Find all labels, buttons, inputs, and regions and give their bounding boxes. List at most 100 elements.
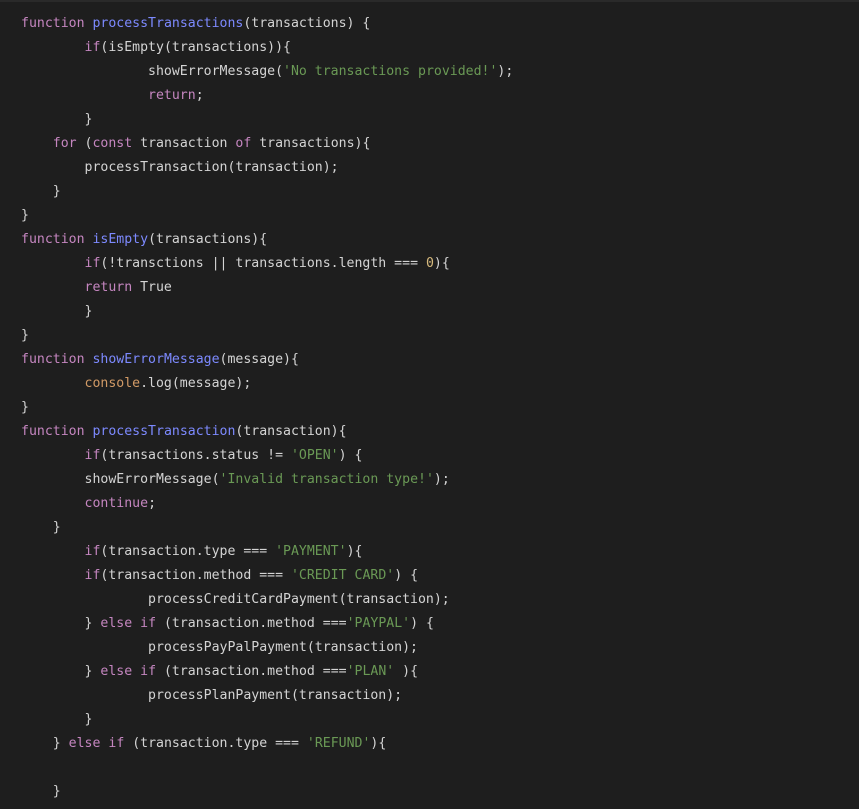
- code-token-keyword: return: [148, 88, 196, 103]
- code-token-plain: transaction: [132, 136, 236, 151]
- code-line: }: [21, 204, 513, 228]
- code-token-plain: }: [52, 520, 61, 535]
- code-token-plain: (transaction.type ===: [100, 544, 276, 559]
- code-token-plain: }: [84, 712, 93, 727]
- code-token-plain: ;: [148, 496, 157, 511]
- code-token-plain: (: [76, 136, 93, 151]
- code-token-plain: ){: [433, 256, 450, 271]
- code-line: } else if (transaction.type === 'REFUND'…: [21, 732, 513, 756]
- code-token-plain: );: [433, 472, 450, 487]
- code-line: processCreditCardPayment(transaction);: [21, 588, 513, 612]
- code-token-plain: }: [21, 328, 29, 343]
- code-token-plain: }: [84, 304, 93, 319]
- code-token-function: isEmpty: [92, 232, 149, 247]
- code-token-plain: True: [132, 280, 172, 295]
- code-line: if(transactions.status != 'OPEN') {: [21, 444, 513, 468]
- code-line: processPayPalPayment(transaction);: [21, 636, 513, 660]
- code-line: }: [21, 708, 513, 732]
- code-line: }: [21, 108, 513, 132]
- code-token-keyword: function: [21, 352, 85, 367]
- code-line: }: [21, 396, 513, 420]
- code-line: if(isEmpty(transactions)){: [21, 36, 513, 60]
- code-line: processPlanPayment(transaction);: [21, 684, 513, 708]
- code-token-plain: (isEmpty(transactions)){: [100, 40, 291, 55]
- code-token-plain: ) {: [394, 568, 419, 583]
- code-token-plain: }: [21, 208, 29, 223]
- code-token-plain: (message){: [219, 352, 299, 367]
- code-line: return;: [21, 84, 513, 108]
- code-token-plain: processTransaction(transaction);: [84, 160, 339, 175]
- code-token-keyword: function: [21, 232, 85, 247]
- code-token-plain: (!transctions || transactions.length ===: [100, 256, 426, 271]
- code-token-plain: (transactions.status !=: [100, 448, 291, 463]
- code-line: if(transaction.method === 'CREDIT CARD')…: [21, 564, 513, 588]
- code-token-plain: transactions){: [251, 136, 371, 151]
- code-token-keyword: for: [52, 136, 77, 151]
- code-token-keyword: else: [100, 616, 133, 631]
- code-token-keyword: else: [100, 664, 133, 679]
- code-token-plain: }: [52, 784, 61, 799]
- code-token-plain: ) {: [410, 616, 434, 631]
- code-token-plain: (transaction.method ===: [156, 616, 347, 631]
- code-token-keyword: else: [68, 736, 101, 751]
- code-token-plain: showErrorMessage(: [84, 472, 220, 487]
- code-line: function processTransaction(transaction)…: [21, 420, 513, 444]
- code-token-plain: ) {: [338, 448, 363, 463]
- code-token-function: processTransactions: [92, 16, 244, 31]
- code-token-keyword: if: [84, 448, 101, 463]
- code-line: }: [21, 780, 513, 804]
- code-line: } else if (transaction.method ==='PLAN' …: [21, 660, 513, 684]
- code-editor[interactable]: function processTransactions(transaction…: [0, 0, 859, 809]
- code-token-function: showErrorMessage: [92, 352, 220, 367]
- code-token-plain: processPayPalPayment(transaction);: [148, 640, 418, 655]
- code-token-keyword: if: [140, 664, 157, 679]
- code-token-string: 'PAYPAL': [346, 616, 411, 631]
- code-token-plain: processCreditCardPayment(transaction);: [148, 592, 450, 607]
- code-token-string: 'No transactions provided!': [283, 64, 498, 79]
- code-token-plain: processPlanPayment(transaction);: [148, 688, 403, 703]
- code-line: } else if (transaction.method ==='PAYPAL…: [21, 612, 513, 636]
- code-token-keyword: if: [140, 616, 157, 631]
- code-token-plain: (transaction.method ===: [100, 568, 291, 583]
- code-token-keyword: if: [108, 736, 125, 751]
- code-token-keyword: function: [21, 16, 85, 31]
- code-token-keyword: of: [235, 136, 252, 151]
- code-token-plain: );: [497, 64, 514, 79]
- code-token-function: processTransaction: [92, 424, 236, 439]
- code-token-keyword: if: [84, 256, 101, 271]
- code-token-keyword: function: [21, 424, 85, 439]
- code-token-string: 'CREDIT CARD': [290, 568, 395, 583]
- code-token-string: 'OPEN': [290, 448, 339, 463]
- code-token-keyword: return: [84, 280, 133, 295]
- code-token-string: 'Invalid transaction type!': [219, 472, 434, 487]
- code-token-string: 'REFUND': [306, 736, 371, 751]
- code-line: }: [21, 300, 513, 324]
- code-token-plain: }: [21, 400, 29, 415]
- code-token-keyword: if: [84, 568, 101, 583]
- code-token-plain: }: [52, 184, 61, 199]
- code-lines: function processTransactions(transaction…: [21, 12, 513, 804]
